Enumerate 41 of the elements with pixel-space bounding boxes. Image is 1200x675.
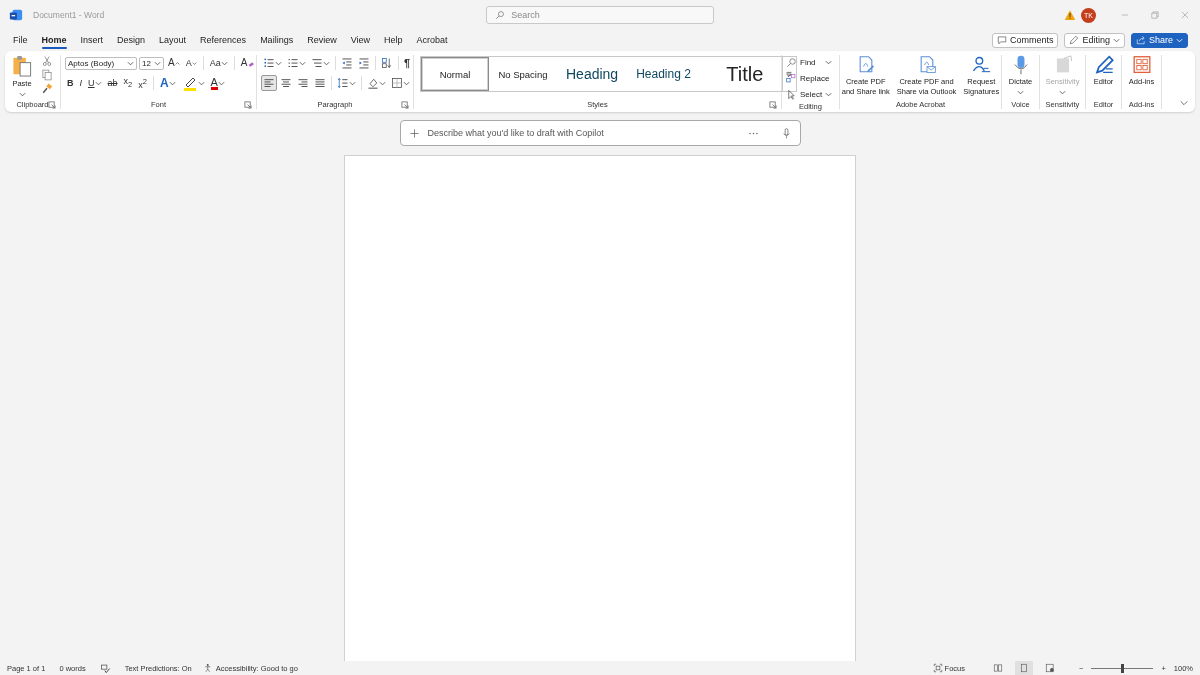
menu-tab[interactable]: Review <box>300 33 344 47</box>
subscript-text[interactable]: x$_{2}$ <box>123 75 133 91</box>
shrink-font-text[interactable]: A <box>185 57 192 69</box>
underline-text[interactable]: U <box>88 77 95 89</box>
menu-tab[interactable]: View <box>343 33 377 47</box>
menu-tab[interactable]: File <box>6 33 35 47</box>
grow-font-text[interactable]: A <box>168 57 175 69</box>
menu-tab[interactable]: Home <box>34 33 74 47</box>
style-option[interactable]: Normal <box>421 57 489 91</box>
style-option[interactable]: Heading 2 <box>627 57 700 91</box>
font-size-field[interactable]: 12 <box>139 56 164 70</box>
change-case-text[interactable]: Aa <box>209 57 221 69</box>
menu-tab[interactable]: References <box>193 33 254 47</box>
editing-button[interactable]: Editing <box>1064 32 1125 48</box>
menu-tab[interactable]: Design <box>110 33 153 47</box>
italic-text[interactable]: I <box>79 77 82 89</box>
superscript-text[interactable]: x$^{2}$ <box>138 75 147 91</box>
bold-text[interactable]: B <box>67 77 74 89</box>
window-title: Document1 - Word <box>33 10 105 20</box>
font-name-field[interactable]: Aptos (Body) <box>65 56 137 70</box>
style-option[interactable]: No Spacing <box>489 57 557 91</box>
share-button[interactable]: Share <box>1130 32 1188 48</box>
search-bar[interactable]: Search <box>486 6 715 24</box>
menu-tab[interactable]: Mailings <box>253 33 301 47</box>
menu-tab[interactable]: Help <box>377 33 410 47</box>
menu-tab[interactable]: Insert <box>73 33 111 47</box>
clear-formatting-text[interactable]: A <box>240 57 248 69</box>
menu-tab[interactable]: Layout <box>152 33 194 47</box>
find-button[interactable]: Find <box>786 55 832 70</box>
copilot-prompt-bar[interactable]: Describe what you'd like to draft with Copilot <box>399 120 801 146</box>
text-effects-text[interactable]: A <box>159 77 169 89</box>
strikethrough-text[interactable]: ab <box>107 77 118 89</box>
style-option[interactable]: Heading <box>557 57 628 91</box>
replace-button[interactable]: Replace <box>786 71 830 86</box>
search-field[interactable]: Search <box>511 8 706 22</box>
font-color-text[interactable]: A <box>210 76 218 90</box>
select-button[interactable]: Select <box>786 87 833 102</box>
menu-tab[interactable]: Acrobat <box>409 33 455 47</box>
comments-button[interactable]: Comments <box>991 32 1059 48</box>
show-marks-text[interactable]: ¶ <box>404 57 411 69</box>
style-option[interactable]: Title <box>709 57 780 91</box>
